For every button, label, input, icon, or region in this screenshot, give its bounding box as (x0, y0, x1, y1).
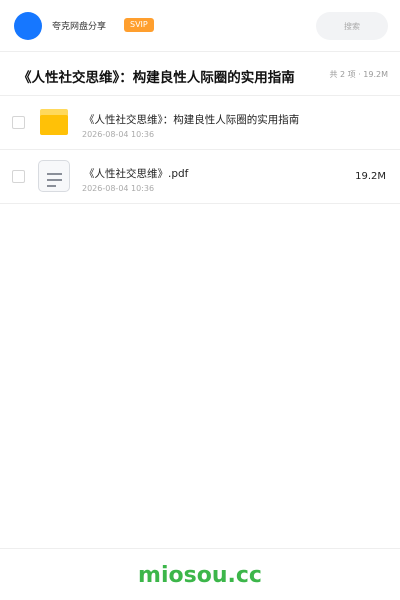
site-logo[interactable]: miosou.cc (0, 563, 400, 588)
file-row[interactable]: 《人性社交思维》.pdf 2026-08-04 10:36 19.2M (0, 150, 400, 204)
brand-name: 夸克网盘分享 (52, 22, 107, 32)
avatar[interactable] (14, 12, 42, 40)
top-bar: 夸克网盘分享 SVIP (0, 0, 400, 52)
file-icon (38, 160, 70, 192)
svip-badge: SVIP (124, 18, 154, 32)
file-name[interactable]: 《人性社交思维》.pdf (84, 166, 188, 181)
file-date: 2026-08-04 10:36 (82, 184, 155, 193)
select-checkbox[interactable] (12, 170, 25, 183)
file-size: 19.2M (355, 171, 386, 182)
folder-icon (40, 109, 68, 135)
file-row[interactable]: 《人性社交思维》：构建良性人际圈的实用指南 2026-08-04 10:36 (0, 96, 400, 150)
select-checkbox[interactable] (12, 116, 25, 129)
footer: miosou.cc (0, 548, 400, 600)
file-name[interactable]: 《人性社交思维》：构建良性人际圈的实用指南 (84, 112, 299, 127)
search-input[interactable] (316, 12, 388, 40)
file-date: 2026-08-04 10:36 (82, 130, 155, 139)
page-title: 《人性社交思维》：构建良性人际圈的实用指南 (18, 70, 295, 86)
folder-header: 《人性社交思维》：构建良性人际圈的实用指南 共 2 项 · 19.2M (0, 52, 400, 96)
folder-meta: 共 2 项 · 19.2M (329, 69, 388, 80)
